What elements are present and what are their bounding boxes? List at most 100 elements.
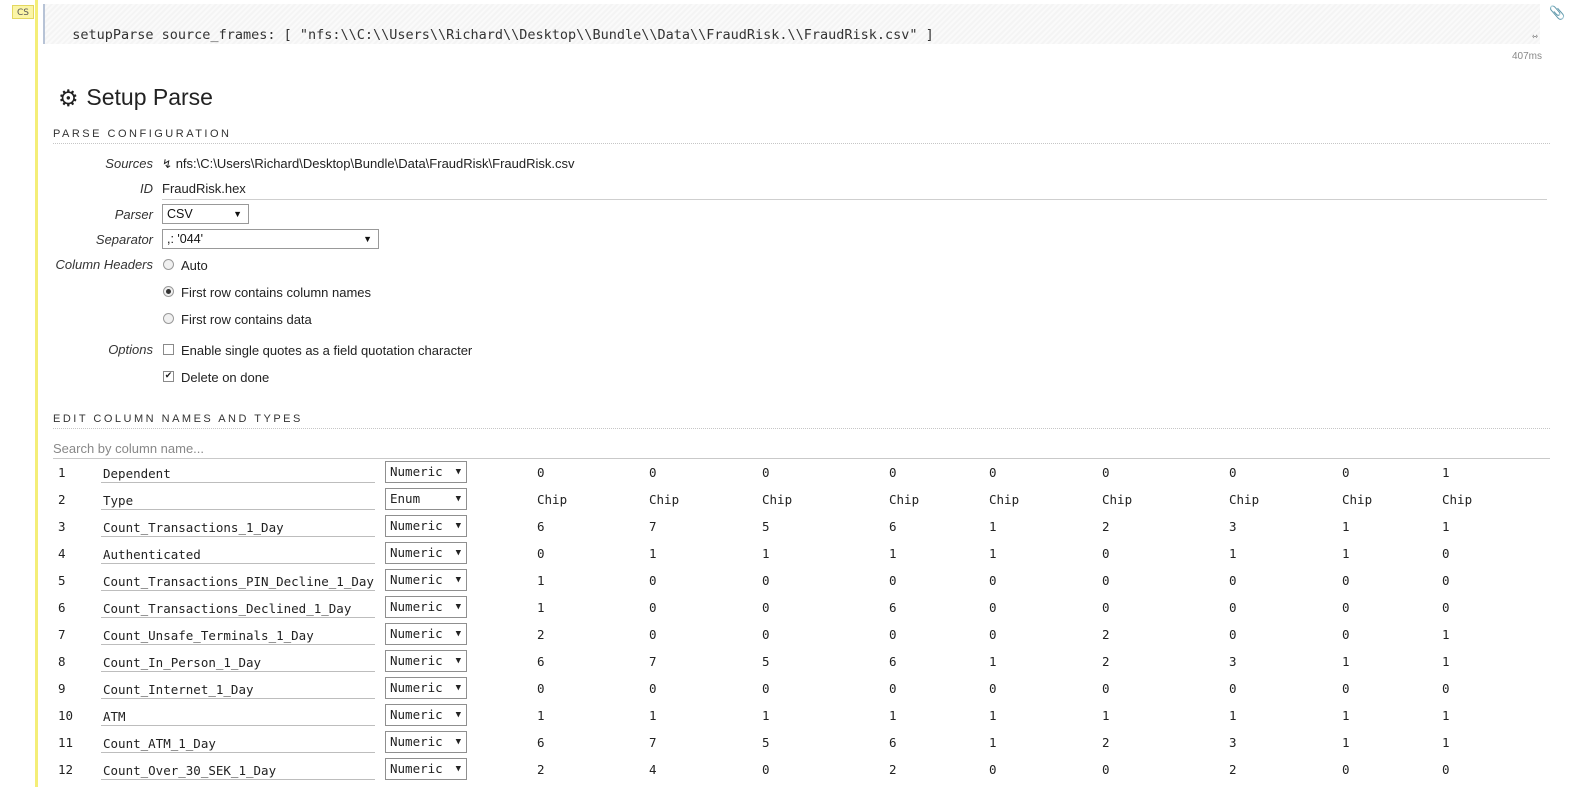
column-type-value: Numeric <box>390 599 443 614</box>
preview-value: 0 <box>1229 573 1237 588</box>
delete-on-done-checkbox[interactable]: ✔ <box>163 371 174 382</box>
column-index: 8 <box>58 654 66 669</box>
column-type-value: Numeric <box>390 626 443 641</box>
column-name-input[interactable]: ATM <box>101 704 375 726</box>
column-name-input[interactable]: Count_Internet_1_Day <box>101 677 375 699</box>
preview-value: 1 <box>989 519 997 534</box>
paperclip-icon[interactable]: 📎 <box>1549 6 1565 21</box>
preview-value: 1 <box>762 708 770 723</box>
resize-handle-icon[interactable]: ⇿ <box>1532 31 1538 42</box>
radio-auto-label[interactable]: Auto <box>181 258 208 273</box>
preview-value: 7 <box>649 735 657 750</box>
column-name-input[interactable]: Type <box>101 488 375 510</box>
preview-value: 0 <box>989 573 997 588</box>
column-type-select[interactable]: Numeric ▼ <box>385 731 467 753</box>
radio-first-row-data[interactable] <box>163 313 174 324</box>
column-name-input[interactable]: Dependent <box>101 461 375 483</box>
column-name-input[interactable]: Count_Transactions_Declined_1_Day <box>101 596 375 618</box>
column-type-value: Numeric <box>390 680 443 695</box>
column-row: 5 Count_Transactions_PIN_Decline_1_Day Num… <box>0 569 1575 596</box>
preview-value: 1 <box>989 654 997 669</box>
column-type-select[interactable]: Numeric ▼ <box>385 677 467 699</box>
cell-type-badge[interactable]: CS <box>12 5 34 19</box>
preview-value: 0 <box>762 627 770 642</box>
preview-value: 3 <box>1229 735 1237 750</box>
radio-auto[interactable] <box>163 259 174 270</box>
code-text: setupParse source_frames: [ "nfs:\\C:\\U… <box>72 27 934 43</box>
parser-select-value: CSV <box>167 207 193 221</box>
preview-value: 1 <box>1229 546 1237 561</box>
preview-value: Chip <box>762 492 793 507</box>
chevron-down-icon: ▼ <box>455 683 461 693</box>
preview-value: 0 <box>1229 627 1237 642</box>
preview-value: 0 <box>1342 465 1350 480</box>
chevron-down-icon: ▼ <box>455 737 461 747</box>
chevron-down-icon: ▼ <box>455 764 461 774</box>
preview-value: 6 <box>889 735 897 750</box>
execution-time: 407ms <box>1511 51 1542 62</box>
column-name-input[interactable]: Count_Over_30_SEK_1_Day <box>101 758 375 780</box>
preview-value: 0 <box>1342 627 1350 642</box>
separator-label: Separator <box>95 232 153 247</box>
sources-value: ↯ nfs:\C:\Users\Richard\Desktop\Bundle\D… <box>162 156 575 171</box>
preview-value: 0 <box>889 573 897 588</box>
column-type-value: Numeric <box>390 572 443 587</box>
preview-value: 0 <box>1102 465 1110 480</box>
preview-value: 0 <box>1342 573 1350 588</box>
column-name-input[interactable]: Count_ATM_1_Day <box>101 731 375 753</box>
column-index: 12 <box>58 762 74 777</box>
preview-value: 0 <box>989 600 997 615</box>
column-name-input[interactable]: Count_Unsafe_Terminals_1_Day <box>101 623 375 645</box>
preview-value: 4 <box>649 762 657 777</box>
preview-value: 2 <box>1102 627 1110 642</box>
chevron-down-icon: ▼ <box>455 602 461 612</box>
column-type-select[interactable]: Numeric ▼ <box>385 569 467 591</box>
column-name-input[interactable]: Count_Transactions_PIN_Decline_1_Day <box>101 569 375 591</box>
preview-value: 2 <box>537 627 545 642</box>
chevron-down-icon: ▼ <box>455 494 461 504</box>
column-row: 1 Dependent Numeric ▼ 0 0 0 0 0 0 0 0 1 <box>0 461 1575 488</box>
single-quotes-checkbox[interactable] <box>163 344 174 355</box>
preview-value: 1 <box>1102 708 1110 723</box>
radio-first-row-data-label[interactable]: First row contains data <box>181 312 312 327</box>
column-name-input[interactable]: Count_Transactions_1_Day <box>101 515 375 537</box>
parser-select[interactable]: CSV ▼ <box>162 204 249 224</box>
column-type-select[interactable]: Numeric ▼ <box>385 542 467 564</box>
radio-first-row-column-names[interactable] <box>163 286 174 297</box>
column-index: 9 <box>58 681 66 696</box>
column-type-select[interactable]: Numeric ▼ <box>385 596 467 618</box>
preview-value: 0 <box>1229 465 1237 480</box>
delete-on-done-label[interactable]: Delete on done <box>181 370 269 385</box>
column-type-select[interactable]: Numeric ▼ <box>385 704 467 726</box>
preview-value: 0 <box>649 573 657 588</box>
column-name-input[interactable]: Count_In_Person_1_Day <box>101 650 375 672</box>
column-type-select[interactable]: Numeric ▼ <box>385 650 467 672</box>
preview-value: 0 <box>1442 546 1450 561</box>
single-quotes-label[interactable]: Enable single quotes as a field quotatio… <box>181 343 472 358</box>
column-type-select[interactable]: Numeric ▼ <box>385 461 467 483</box>
preview-value: 6 <box>889 654 897 669</box>
column-type-value: Enum <box>390 491 421 506</box>
column-type-value: Numeric <box>390 545 443 560</box>
preview-value: 0 <box>989 681 997 696</box>
preview-value: Chip <box>1102 492 1133 507</box>
column-name-input[interactable]: Authenticated <box>101 542 375 564</box>
column-search-input[interactable] <box>53 438 1550 459</box>
preview-value: 6 <box>537 735 545 750</box>
options-label: Options <box>108 342 153 357</box>
preview-value: 7 <box>649 654 657 669</box>
radio-first-row-column-names-label[interactable]: First row contains column names <box>181 285 371 300</box>
preview-value: 1 <box>537 600 545 615</box>
column-type-select[interactable]: Numeric ▼ <box>385 515 467 537</box>
column-row: 12 Count_Over_30_SEK_1_Day Numeric ▼ 2 4 0 2 0 0 2… <box>0 758 1575 785</box>
column-type-select[interactable]: Numeric ▼ <box>385 758 467 780</box>
code-input[interactable]: setupParse source_frames: [ "nfs:\\C:\\U… <box>43 4 1540 44</box>
id-field[interactable]: FraudRisk.hex <box>162 181 246 196</box>
preview-value: Chip <box>537 492 568 507</box>
column-type-select[interactable]: Enum ▼ <box>385 488 467 510</box>
preview-value: 1 <box>1342 735 1350 750</box>
column-type-select[interactable]: Numeric ▼ <box>385 623 467 645</box>
preview-value: 0 <box>537 465 545 480</box>
column-row: 10 ATM Numeric ▼ 1 1 1 1 1 1 1 1 1 <box>0 704 1575 731</box>
separator-select[interactable]: ,: '044' ▼ <box>162 229 379 249</box>
